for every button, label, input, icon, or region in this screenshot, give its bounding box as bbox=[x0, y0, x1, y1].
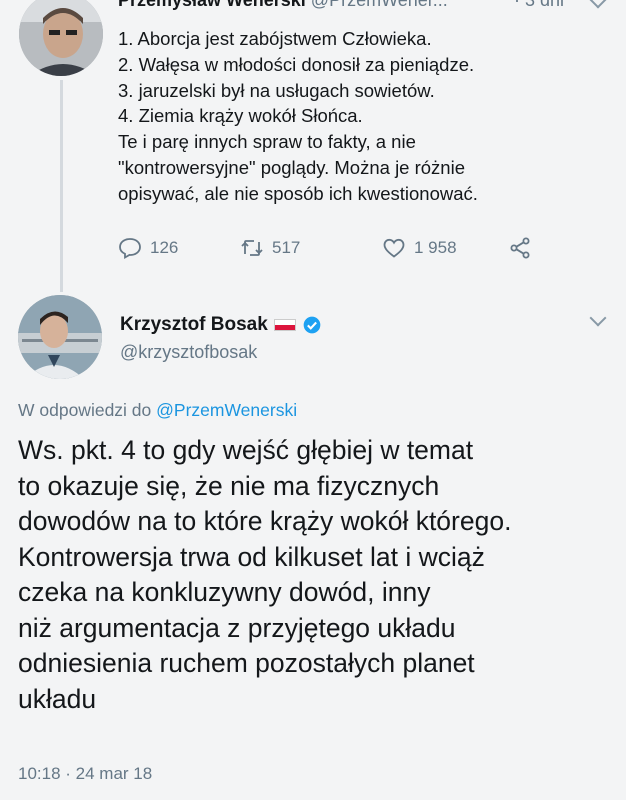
tweet-line: 4. Ziemia krąży wokół Słońca. bbox=[118, 105, 363, 127]
tweet1-actions: 126 517 1 958 bbox=[118, 236, 558, 262]
tweet-line: układu bbox=[18, 683, 97, 714]
avatar-bosak[interactable] bbox=[18, 295, 102, 379]
tweet-line: 1. Aborcja jest zabójstwem Człowieka. bbox=[118, 28, 432, 49]
reply-prefix: W odpowiedzi do bbox=[18, 400, 157, 420]
share-icon bbox=[510, 237, 530, 259]
poland-flag-icon bbox=[273, 319, 296, 331]
thread-line bbox=[60, 80, 63, 292]
tweet-line: "kontrowersyjne" poglądy. Można je różni… bbox=[118, 156, 465, 178]
author-name[interactable]: Przemysław Wenerski bbox=[118, 0, 306, 10]
like-button[interactable]: 1 958 bbox=[382, 236, 457, 260]
tweet-time[interactable]: · 3 dni bbox=[514, 0, 564, 11]
avatar-photo bbox=[19, 0, 103, 76]
tweet-line: Kontrowersja trwa od kilkuset lat i wcią… bbox=[18, 541, 485, 572]
author-handle[interactable]: @PrzemWener... bbox=[311, 0, 448, 10]
avatar-wenerski[interactable] bbox=[19, 0, 103, 76]
share-button[interactable] bbox=[508, 236, 532, 260]
reply-count: 126 bbox=[150, 238, 179, 257]
tweet-timestamp[interactable]: 10:18 · 24 mar 18 bbox=[18, 764, 152, 784]
tweet2-text: Ws. pkt. 4 to gdy wejść głębiej w temat … bbox=[18, 433, 618, 717]
tweet-line: 3. jaruzelski był na usługach sowietów. bbox=[118, 79, 435, 101]
heart-icon bbox=[383, 238, 405, 258]
tweet-line: opisywać, ale nie sposób ich kwestionowa… bbox=[118, 182, 478, 204]
reply-mention-link[interactable]: @PrzemWenerski bbox=[156, 400, 297, 420]
tweet-line: odniesienia ruchem pozostałych planet bbox=[18, 648, 475, 678]
like-count: 1 958 bbox=[414, 238, 457, 257]
author-name[interactable]: Krzysztof Bosak bbox=[120, 314, 268, 336]
retweet-button[interactable]: 517 bbox=[240, 236, 300, 260]
author-handle[interactable]: @krzysztofbosak bbox=[120, 342, 257, 363]
tweet-line: czeka na konkluzywny dowód, inny bbox=[18, 577, 431, 607]
retweet-count: 517 bbox=[272, 238, 301, 257]
tweet-line: dowodów na to które krąży wokół którego. bbox=[18, 506, 512, 536]
tweet1-text: 1. Aborcja jest zabójstwem Człowieka. 2.… bbox=[118, 26, 588, 207]
reply-icon bbox=[119, 238, 141, 260]
reply-button[interactable]: 126 bbox=[118, 236, 178, 260]
tweet-line: niż argumentacja z przyjętego układu bbox=[18, 612, 456, 643]
tweet-line: Te i parę innych spraw to fakty, a nie bbox=[118, 131, 416, 153]
chevron-down-icon[interactable] bbox=[589, 309, 607, 327]
tweet-line: Ws. pkt. 4 to gdy wejść głębiej w temat bbox=[18, 435, 474, 465]
verified-badge-icon bbox=[303, 316, 321, 334]
tweet-line: to okazuje się, że nie ma fizycznych bbox=[18, 470, 440, 501]
reply-context: W odpowiedzi do @PrzemWenerski bbox=[18, 400, 297, 421]
tweet-line: 2. Wałęsa w młodości donosił za pieniądz… bbox=[118, 53, 475, 75]
retweet-icon bbox=[241, 240, 263, 256]
avatar-photo bbox=[18, 295, 102, 379]
author-name-row: Krzysztof Bosak bbox=[120, 314, 322, 336]
tweet1-header: Przemysław Wenerski @PrzemWener... · 3 d… bbox=[118, 0, 598, 14]
